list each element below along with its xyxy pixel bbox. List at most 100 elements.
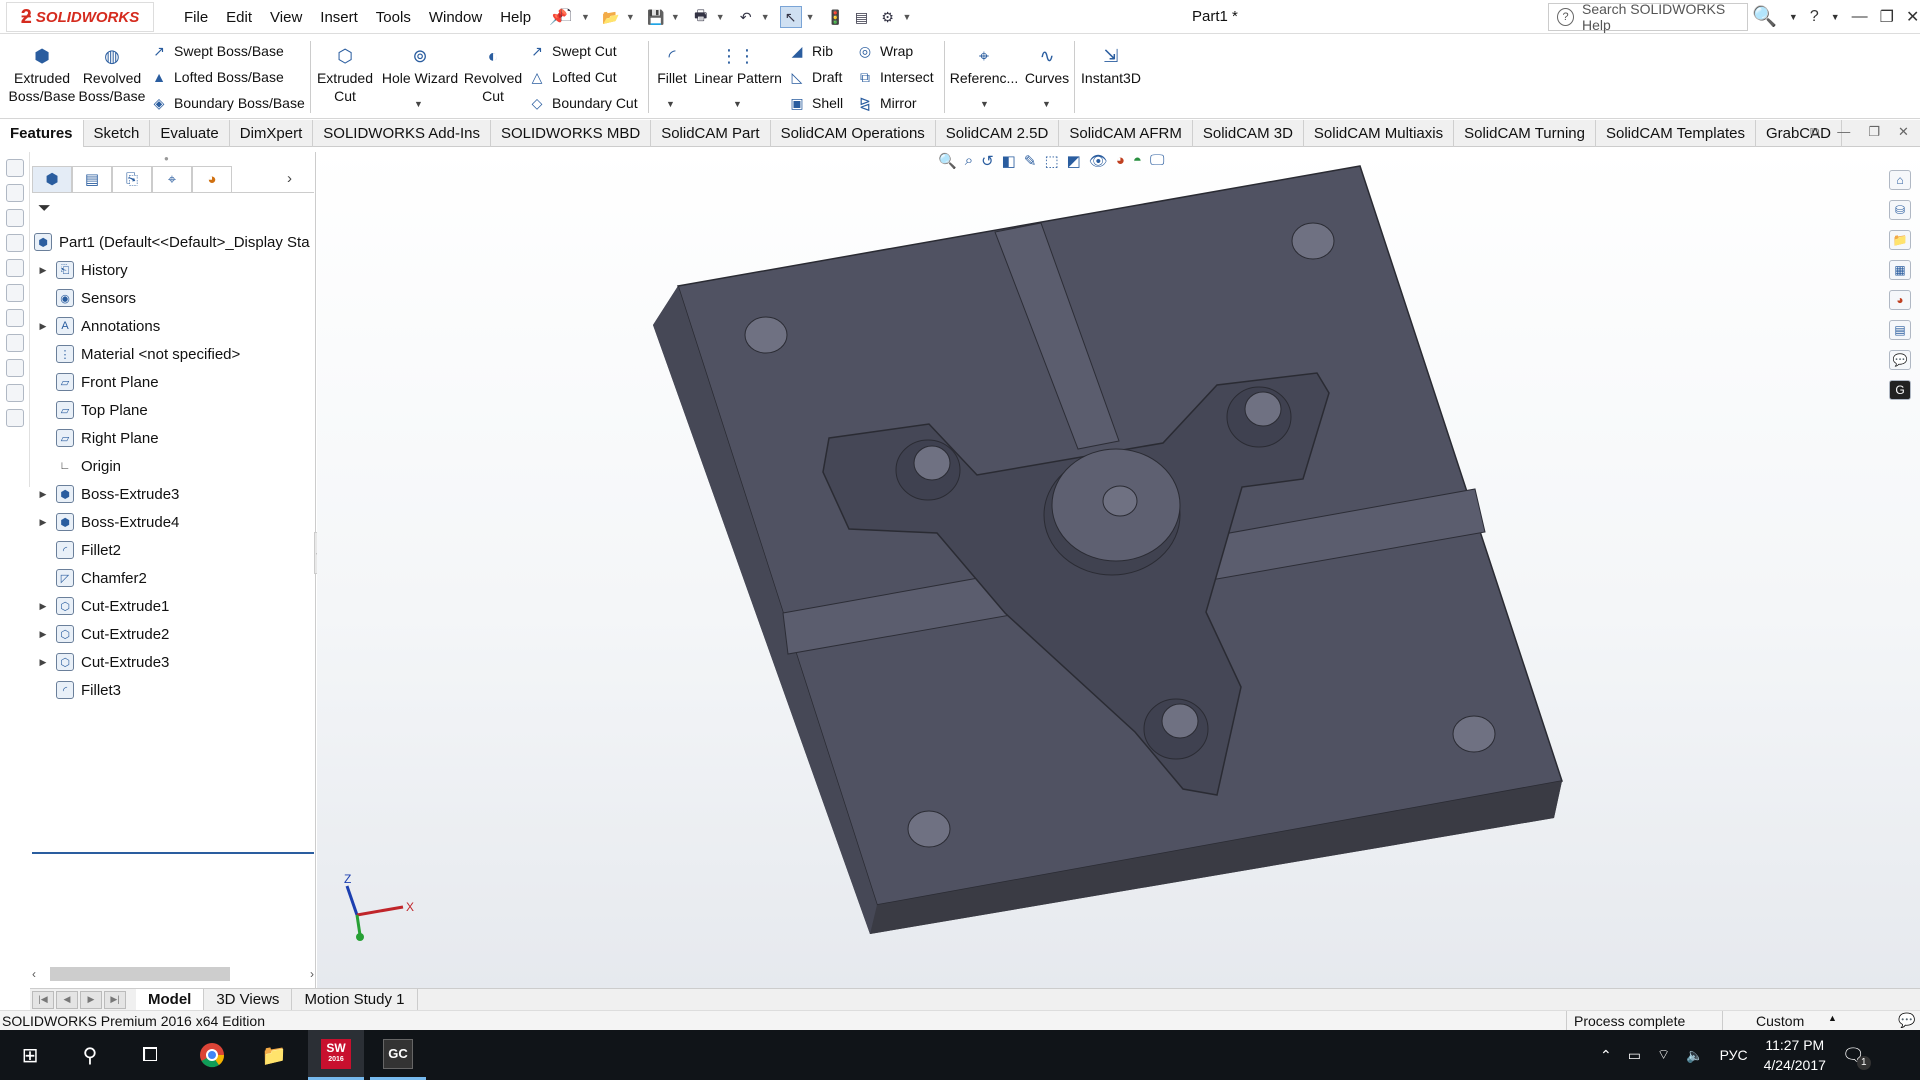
chevron-down-icon[interactable]: ▼ <box>1831 12 1840 22</box>
tab-motion-study-1[interactable]: Motion Study 1 <box>292 988 418 1011</box>
zoom-to-area-icon[interactable]: ⌕ <box>965 152 973 170</box>
view-orientation-icon[interactable]: ⬚ <box>1044 152 1058 170</box>
volume-icon[interactable]: 🔈 <box>1686 1047 1703 1064</box>
tab-solidcam-turning[interactable]: SolidCAM Turning <box>1454 120 1596 147</box>
select-arrow-icon[interactable]: ↖ <box>779 6 802 28</box>
tool-icon[interactable] <box>6 259 24 277</box>
section-view-icon[interactable]: ◧ <box>1002 152 1016 170</box>
clock[interactable]: 11:27 PM 4/24/2017 <box>1764 1035 1826 1075</box>
extruded-cut-button[interactable]: ⬡ Extruded Cut <box>314 45 376 105</box>
tree-item-boss-extrude4[interactable]: ▶ ⬢ Boss-Extrude4 <box>30 508 316 536</box>
search-icon[interactable]: 🔍 <box>1752 4 1777 29</box>
menu-edit[interactable]: Edit <box>217 9 261 26</box>
chevron-down-icon[interactable]: ▼ <box>980 99 989 109</box>
horizontal-scrollbar[interactable]: ‹ › <box>32 966 314 982</box>
tab-solidworks-mbd[interactable]: SOLIDWORKS MBD <box>491 120 652 147</box>
tool-icon[interactable] <box>6 184 24 202</box>
fillet-button[interactable]: ◜ Fillet <box>652 45 692 87</box>
wrap-button[interactable]: ◎ Wrap <box>856 39 913 63</box>
swept-boss-button[interactable]: ↗ Swept Boss/Base <box>150 39 284 63</box>
scroll-left-icon[interactable]: ‹ <box>32 967 36 981</box>
tab-solidcam-operations[interactable]: SolidCAM Operations <box>771 120 936 147</box>
tool-icon[interactable] <box>6 309 24 327</box>
filter-icon[interactable]: ⏷ <box>38 200 51 218</box>
chevron-down-icon[interactable]: ▼ <box>761 12 770 22</box>
tree-item-material[interactable]: ⋮ Material <not specified> <box>30 340 316 368</box>
tree-item-sensors[interactable]: ◉ Sensors <box>30 284 316 312</box>
property-manager-tab-icon[interactable]: ▤ <box>72 165 112 192</box>
expand-arrow-icon[interactable]: ▶ <box>36 321 50 332</box>
menu-file[interactable]: File <box>175 9 217 26</box>
wifi-icon[interactable]: ⌔ <box>1657 1046 1670 1064</box>
tool-icon[interactable] <box>6 409 24 427</box>
menu-window[interactable]: Window <box>420 9 491 26</box>
lofted-boss-button[interactable]: ▲ Lofted Boss/Base <box>150 65 284 89</box>
rollback-bar[interactable] <box>32 852 314 854</box>
tab-3d-views[interactable]: 3D Views <box>204 988 293 1011</box>
tool-icon[interactable] <box>6 209 24 227</box>
tool-icon[interactable] <box>6 284 24 302</box>
tree-item-chamfer2[interactable]: ◸ Chamfer2 <box>30 564 316 592</box>
expand-arrow-icon[interactable]: ▶ <box>36 601 50 612</box>
tab-solidcam-25d[interactable]: SolidCAM 2.5D <box>936 120 1060 147</box>
tab-features[interactable]: Features <box>0 120 84 147</box>
tool-icon[interactable] <box>6 234 24 252</box>
expand-arrow-icon[interactable]: ▶ <box>36 657 50 668</box>
tile-icon[interactable]: ⧉ <box>1810 124 1819 140</box>
close-icon[interactable]: ✕ <box>1906 7 1919 27</box>
chevron-down-icon[interactable]: ▼ <box>671 12 680 22</box>
edit-appearance-icon[interactable]: ◕ <box>1116 152 1125 170</box>
tree-item-fillet2[interactable]: ◜ Fillet2 <box>30 536 316 564</box>
tab-solidcam-afrm[interactable]: SolidCAM AFRM <box>1059 120 1193 147</box>
save-icon[interactable]: 💾 <box>645 6 667 28</box>
action-center-icon[interactable]: 🗨 1 <box>1842 1045 1871 1070</box>
restore-icon[interactable]: ❐ <box>1880 7 1894 27</box>
chevron-down-icon[interactable]: ▼ <box>666 99 675 109</box>
open-folder-icon[interactable]: 📂 <box>600 6 622 28</box>
tree-item-fillet3[interactable]: ◜ Fillet3 <box>30 676 316 704</box>
view-settings-icon[interactable]: 🖵 <box>1150 152 1164 170</box>
tab-solidcam-multiaxis[interactable]: SolidCAM Multiaxis <box>1304 120 1455 147</box>
rebuild-icon[interactable]: 🚦 <box>825 6 847 28</box>
tool-icon[interactable] <box>6 384 24 402</box>
chevron-down-icon[interactable]: ▼ <box>716 12 725 22</box>
tree-item-origin[interactable]: ∟ Origin <box>30 452 316 480</box>
mirror-button[interactable]: ⧎ Mirror <box>856 91 916 115</box>
menu-view[interactable]: View <box>261 9 311 26</box>
chevron-down-icon[interactable]: ▼ <box>581 12 590 22</box>
chevron-down-icon[interactable]: ▼ <box>733 99 742 109</box>
design-library-icon[interactable]: ⛁ <box>1889 200 1911 220</box>
previous-tab-icon[interactable]: ◀ <box>56 990 78 1009</box>
configuration-manager-tab-icon[interactable]: ⎘ <box>112 165 152 192</box>
solidworks-taskbar-button[interactable]: SW 2016 <box>308 1030 364 1080</box>
custom-properties-icon[interactable]: ▤ <box>1889 320 1911 340</box>
instant3d-button[interactable]: ⇲ Instant3D <box>1078 45 1144 87</box>
feature-tree-tab-icon[interactable]: ⬢ <box>32 165 72 192</box>
chevron-right-icon[interactable]: › <box>232 165 292 192</box>
tree-item-right-plane[interactable]: ▱ Right Plane <box>30 424 316 452</box>
tooltip-comment-icon[interactable]: 💬 <box>1898 1012 1915 1029</box>
task-view-icon[interactable]: ⧠ <box>122 1030 178 1080</box>
chrome-icon[interactable] <box>184 1030 240 1080</box>
tree-item-cut-extrude3[interactable]: ▶ ⬡ Cut-Extrude3 <box>30 648 316 676</box>
search-help-input[interactable]: ? Search SOLIDWORKS Help <box>1548 1 1748 33</box>
tool-icon[interactable] <box>6 359 24 377</box>
dimxpert-manager-tab-icon[interactable]: ⌖ <box>152 165 192 192</box>
next-tab-icon[interactable]: ▶ <box>80 990 102 1009</box>
chevron-down-icon[interactable]: ▼ <box>1789 12 1798 22</box>
revolved-boss-button[interactable]: ◍ Revolved Boss/Base <box>79 45 146 105</box>
tab-solidcam-part[interactable]: SolidCAM Part <box>651 120 771 147</box>
file-explorer-icon[interactable]: 📁 <box>246 1030 302 1080</box>
hole-wizard-button[interactable]: ⊚ Hole Wizard <box>380 45 460 87</box>
splitter-handle[interactable]: ● <box>164 154 169 163</box>
tree-item-history[interactable]: ▶ ⎗ History <box>30 256 316 284</box>
menu-insert[interactable]: Insert <box>311 9 367 26</box>
file-properties-icon[interactable]: ▤ <box>851 6 873 28</box>
tree-item-front-plane[interactable]: ▱ Front Plane <box>30 368 316 396</box>
search-icon[interactable]: ⚲ <box>62 1030 118 1080</box>
chevron-down-icon[interactable]: ▼ <box>806 12 815 22</box>
reference-geometry-button[interactable]: ⌖ Referenc... <box>948 45 1020 87</box>
tab-solidcam-templates[interactable]: SolidCAM Templates <box>1596 120 1756 147</box>
input-language[interactable]: РУС <box>1720 1047 1748 1063</box>
chevron-down-icon[interactable]: ▼ <box>1042 99 1051 109</box>
